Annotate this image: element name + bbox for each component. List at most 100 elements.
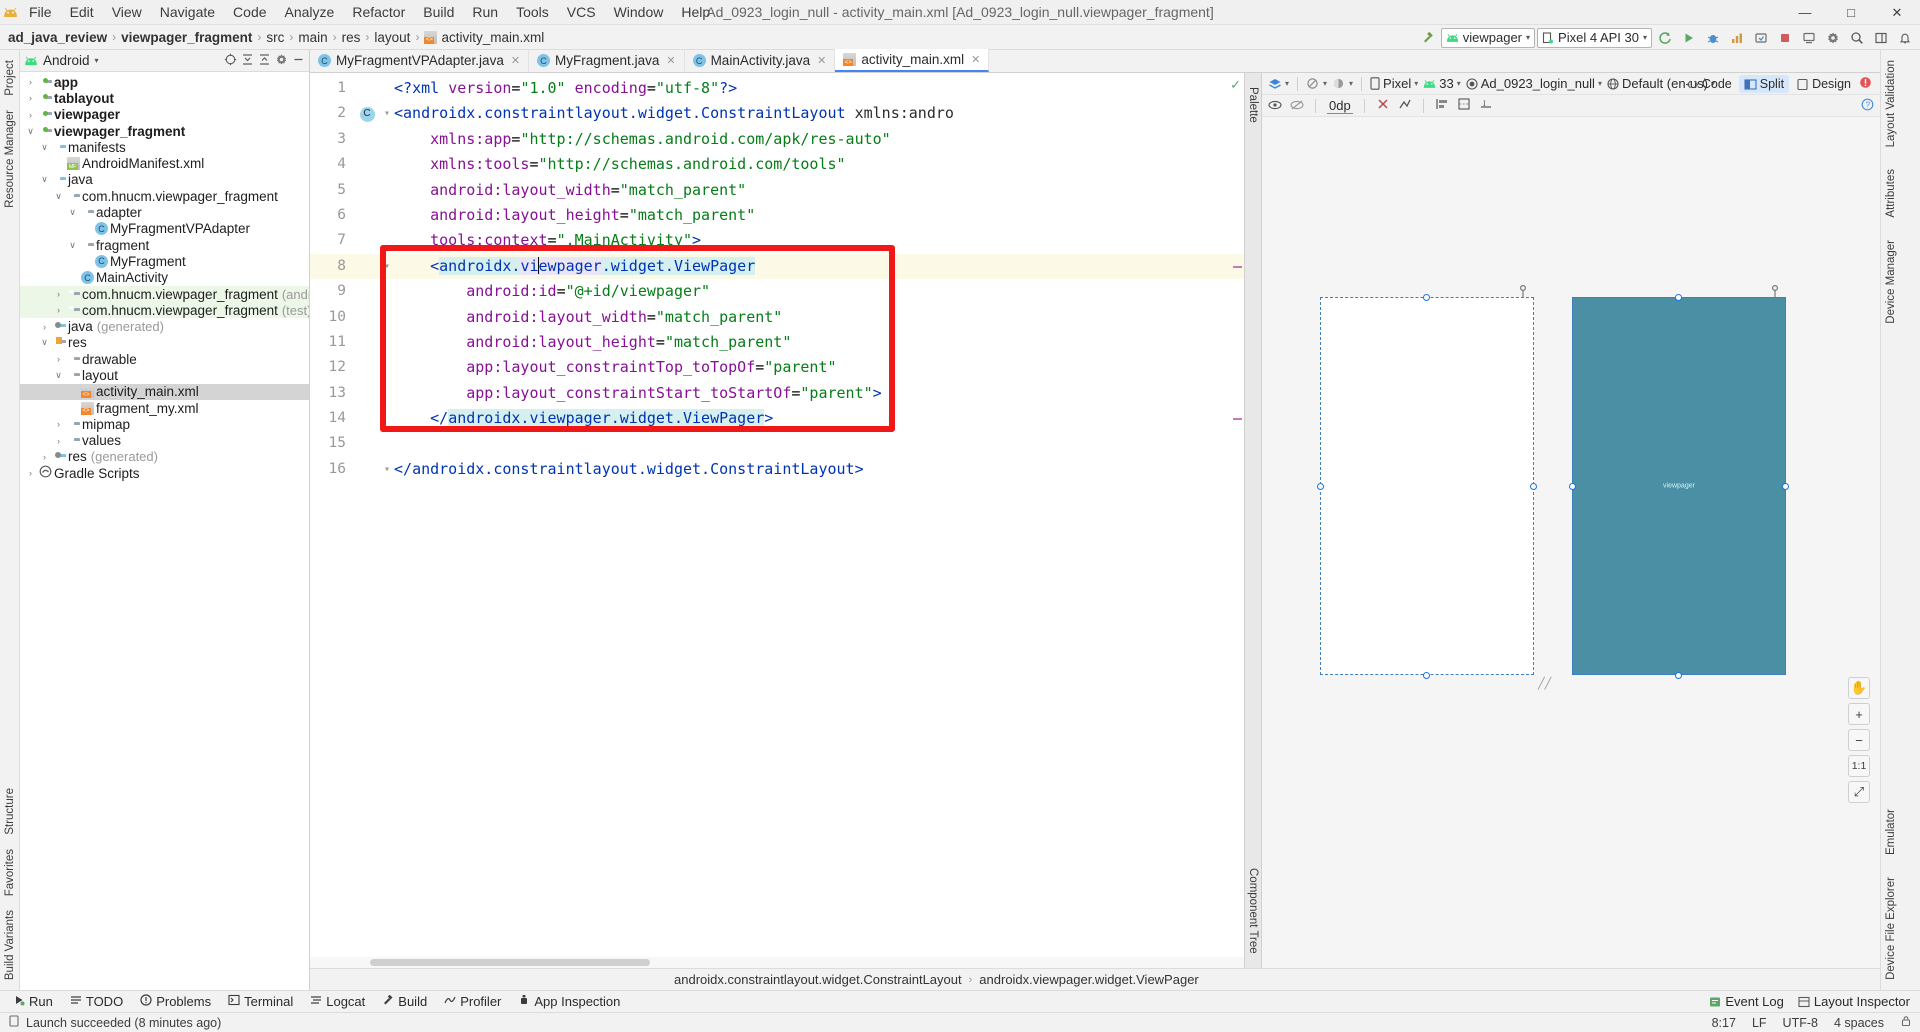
menu-view[interactable]: View (103, 2, 151, 22)
tab-palette[interactable]: Palette (1247, 87, 1259, 123)
show-constraints-icon[interactable] (1268, 98, 1282, 114)
collapse-all-icon[interactable] (258, 53, 271, 69)
bottom-tool-window-bar[interactable]: Run TODO Problems Terminal Logcat Build Profil… (0, 990, 1920, 1012)
event-log-button[interactable]: Event Log (1709, 994, 1784, 1009)
design-surface-icon[interactable]: ▾ (1268, 77, 1289, 91)
code-line[interactable]: 12 app:layout_constraintTop_toTopOf="par… (310, 355, 1244, 380)
design-canvas[interactable]: ╱╱ viewpager ✋ + − 1:1 ⤢ (1262, 117, 1880, 968)
menu-build[interactable]: Build (414, 2, 463, 22)
tree-expand-arrow[interactable]: ∨ (66, 207, 79, 218)
menu-window[interactable]: Window (605, 2, 673, 22)
resize-grip-icon[interactable]: ╱╱ (1538, 677, 1551, 690)
tree-node-androidmanifest-xml[interactable]: MF AndroidManifest.xml (20, 155, 309, 171)
tree-expand-arrow[interactable]: › (52, 289, 65, 299)
baseline-icon[interactable]: I (1479, 97, 1493, 114)
stop-button[interactable] (1774, 27, 1796, 49)
tab-component-tree[interactable]: Component Tree (1247, 868, 1259, 954)
editor-tab-strip[interactable]: C MyFragmentVPAdapter.java ✕ C MyFragment.ja… (310, 49, 1880, 73)
tree-node-myfragmentvpadapter[interactable]: C MyFragmentVPAdapter (20, 221, 309, 237)
code-fold-toggle[interactable]: ▾ (380, 254, 394, 279)
tree-node-com-hnucm-viewpager-fragment[interactable]: › com.hnucm.viewpager_fragment (test) (20, 302, 309, 319)
tool-window-project[interactable]: Project (4, 54, 16, 102)
tree-node-res[interactable]: › res (generated) (20, 449, 309, 465)
breadcrumb-project[interactable]: ad_java_review (8, 30, 107, 45)
resize-handle-top[interactable] (1423, 294, 1430, 301)
sync-gradle-icon[interactable] (1654, 27, 1676, 49)
tree-expand-arrow[interactable]: ∨ (38, 174, 51, 185)
breadcrumb-module[interactable]: viewpager_fragment (121, 30, 252, 45)
tree-expand-arrow[interactable]: ∨ (66, 240, 79, 251)
api-level-selector[interactable]: 33 ▾ (1423, 76, 1461, 91)
preview-device-blueprint[interactable]: viewpager (1572, 297, 1786, 675)
code-line-text[interactable]: android:layout_height="match_parent" (394, 203, 755, 228)
tree-node-layout[interactable]: ∨ layout (20, 367, 309, 383)
path-item-root[interactable]: androidx.constraintlayout.widget.Constra… (674, 972, 962, 987)
tree-node-com-hnucm-viewpager-fragment[interactable]: › com.hnucm.viewpager_fragment(androidTes… (20, 285, 309, 303)
tool-window-todo[interactable]: TODO (63, 992, 130, 1011)
theme-selector[interactable]: Ad_0923_login_null ▾ (1466, 76, 1602, 91)
attach-debugger-icon[interactable] (1750, 27, 1772, 49)
resize-handle-bottom[interactable] (1423, 672, 1430, 679)
pan-tool-button[interactable]: ✋ (1848, 677, 1870, 699)
mode-split-button[interactable]: Split (1738, 75, 1790, 93)
tool-window-app-inspection[interactable]: App Inspection (511, 992, 627, 1011)
caret-position[interactable]: 8:17 (1712, 1016, 1736, 1030)
zoom-in-button[interactable]: + (1848, 703, 1870, 725)
tree-node-tablayout[interactable]: › tablayout (20, 90, 309, 106)
tool-window-attributes[interactable]: Attributes (1885, 163, 1897, 224)
breadcrumb-file[interactable]: activity_main.xml (441, 30, 544, 45)
menu-file[interactable]: File (20, 2, 61, 22)
project-view-selector[interactable]: Android (43, 53, 90, 68)
design-help-icon[interactable]: ? (1861, 98, 1874, 114)
indent-setting[interactable]: 4 spaces (1834, 1016, 1884, 1030)
code-line[interactable]: 3 xmlns:app="http://schemas.android.com/… (310, 127, 1244, 152)
menu-code[interactable]: Code (224, 2, 275, 22)
class-gutter-marker[interactable]: C (359, 106, 375, 122)
tree-node-viewpager-fragment[interactable]: ∨ viewpager_fragment (20, 123, 309, 139)
breadcrumb-layout[interactable]: layout (374, 30, 410, 45)
lock-icon[interactable] (1900, 1015, 1912, 1030)
code-line-text[interactable]: android:layout_width="match_parent" (394, 178, 746, 203)
code-line-text[interactable]: </androidx.viewpager.widget.ViewPager> (394, 406, 773, 431)
mode-design-button[interactable]: Design (1791, 75, 1856, 93)
tree-expand-arrow[interactable]: ∨ (38, 337, 51, 348)
tree-node-com-hnucm-viewpager-fragment[interactable]: ∨ com.hnucm.viewpager_fragment (20, 188, 309, 204)
tree-expand-arrow[interactable]: › (38, 452, 51, 462)
device-selector[interactable]: Pixel 4 API 30 ▾ (1537, 27, 1652, 48)
tree-expand-arrow[interactable]: › (52, 305, 65, 315)
code-line-text[interactable]: app:layout_constraintTop_toTopOf="parent… (394, 355, 836, 380)
menu-tools[interactable]: Tools (507, 2, 558, 22)
close-tab-icon[interactable]: ✕ (666, 54, 675, 67)
code-line[interactable]: 15 (310, 431, 1244, 456)
editor-tab-activity-main-xml[interactable]: <> activity_main.xml ✕ (835, 49, 990, 72)
code-line[interactable]: 2 C ▾ <androidx.constraintlayout.widget.Con… (310, 101, 1244, 126)
tree-expand-arrow[interactable]: ∨ (38, 142, 51, 153)
tree-node-gradle-scripts[interactable]: › Gradle Scripts (20, 465, 309, 481)
tree-node-values[interactable]: › values (20, 433, 309, 449)
code-line[interactable]: 16 ▾ </androidx.constraintlayout.widget.Co… (310, 457, 1244, 482)
constraint-pin-top-left[interactable] (1518, 284, 1528, 299)
tool-window-terminal[interactable]: Terminal (221, 992, 300, 1011)
code-horizontal-scrollbar[interactable] (310, 957, 1244, 968)
zoom-controls[interactable]: ✋ + − 1:1 ⤢ (1848, 677, 1870, 803)
menu-help[interactable]: Help (672, 2, 719, 22)
layout-settings-icon[interactable] (1870, 27, 1892, 49)
run-configuration-selector[interactable]: viewpager ▾ (1440, 27, 1536, 48)
code-line[interactable]: 8 ▾ <androidx.viewpager.widget.ViewPager (310, 253, 1244, 280)
file-encoding[interactable]: UTF-8 (1783, 1016, 1818, 1030)
code-line-text[interactable]: <androidx.constraintlayout.widget.Constr… (394, 101, 954, 126)
minimize-button[interactable]: — (1782, 0, 1828, 25)
code-line-text[interactable]: android:layout_width="match_parent" (394, 305, 782, 330)
tree-expand-arrow[interactable]: › (38, 322, 51, 332)
ui-mode-icon[interactable]: ▾ (1332, 77, 1353, 91)
zoom-out-button[interactable]: − (1848, 729, 1870, 751)
bp-resize-handle-left[interactable] (1569, 483, 1576, 490)
tree-expand-arrow[interactable]: › (52, 419, 65, 429)
tool-window-resource-manager[interactable]: Resource Manager (4, 104, 16, 214)
tool-window-layout-validation[interactable]: Layout Validation (1885, 54, 1897, 153)
code-line[interactable]: 9 android:id="@+id/viewpager" (310, 279, 1244, 304)
constraint-pin-blueprint[interactable] (1770, 284, 1780, 299)
tree-node-mainactivity[interactable]: C MainActivity (20, 270, 309, 286)
menu-refactor[interactable]: Refactor (343, 2, 414, 22)
tree-expand-arrow[interactable]: › (24, 77, 37, 87)
